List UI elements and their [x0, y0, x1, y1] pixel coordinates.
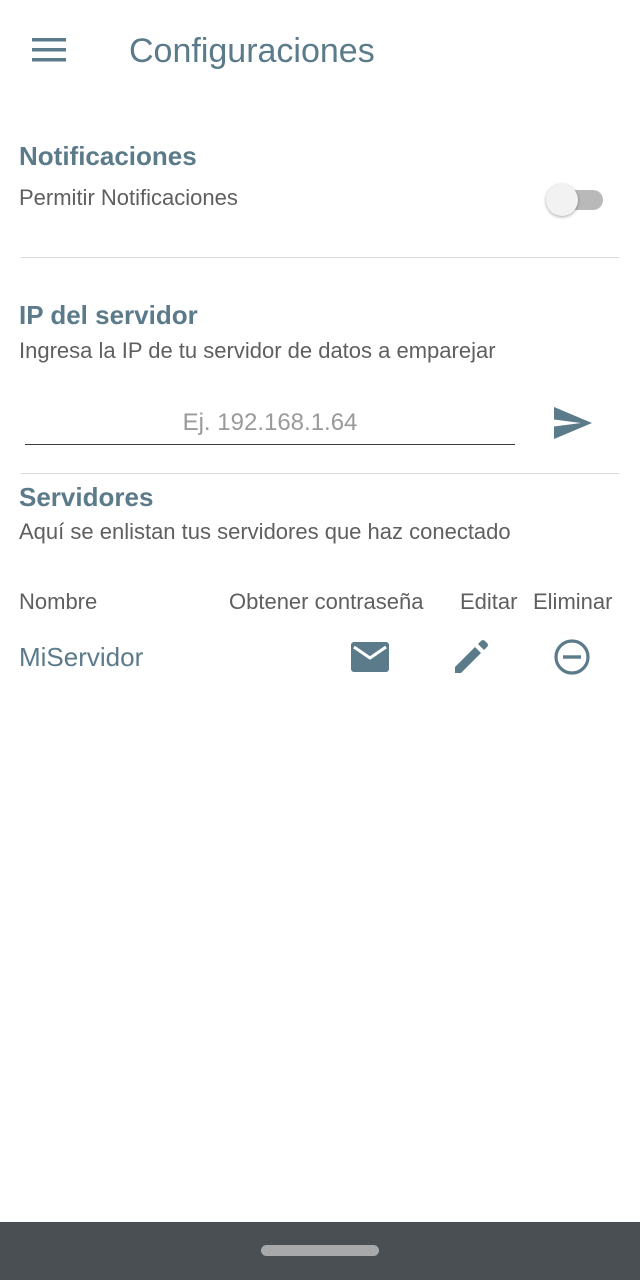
server-ip-section-title: IP del servidor [19, 300, 198, 330]
server-name: MiServidor [19, 642, 144, 672]
column-header-delete: Eliminar [533, 589, 613, 614]
app-bar: Configuraciones [0, 0, 640, 100]
column-header-name: Nombre [19, 589, 98, 614]
pencil-icon[interactable] [449, 635, 493, 679]
remove-circle-icon[interactable] [550, 635, 594, 679]
column-header-edit: Editar [460, 589, 518, 614]
notifications-toggle[interactable] [543, 180, 607, 218]
toggle-thumb [546, 184, 578, 216]
servers-description: Aquí se enlistan tus servidores que haz … [19, 519, 511, 544]
server-ip-description: Ingresa la IP de tu servidor de datos a … [19, 338, 496, 363]
notifications-toggle-label: Permitir Notificaciones [19, 185, 238, 210]
divider [21, 257, 619, 258]
page-title: Configuraciones [129, 32, 375, 70]
system-navigation-bar [0, 1222, 640, 1280]
gesture-handle[interactable] [261, 1245, 379, 1256]
divider [21, 473, 619, 474]
mail-icon[interactable] [348, 635, 392, 679]
column-header-get-password: Obtener contraseña [229, 589, 424, 614]
servers-section-title: Servidores [19, 482, 154, 512]
settings-screen: Configuraciones Notificaciones Permitir … [0, 0, 640, 1280]
hamburger-menu-icon[interactable] [24, 26, 76, 74]
notifications-section-title: Notificaciones [19, 141, 197, 171]
send-icon[interactable] [548, 400, 598, 446]
server-ip-input[interactable] [25, 402, 515, 445]
